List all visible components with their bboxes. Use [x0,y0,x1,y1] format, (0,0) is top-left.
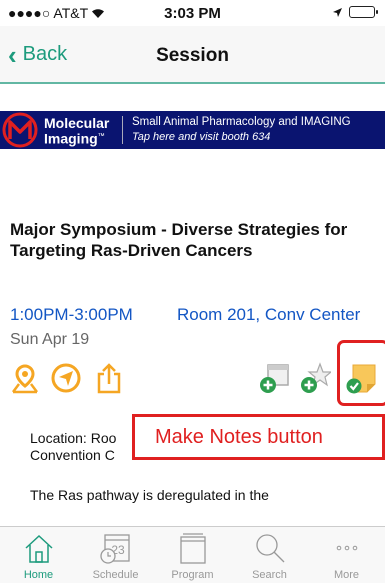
search-icon [256,534,285,563]
session-date: Sun Apr 19 [10,331,90,348]
battery-icon [349,6,378,18]
add-to-favorites-icon[interactable] [299,362,331,394]
banner-brand-line1: Molecular [44,115,110,131]
banner-divider [122,116,123,144]
tab-program-label: Program [171,569,214,581]
status-bar: ●●●●○ AT&T 3:03 PM [0,0,385,26]
tab-more[interactable]: More [308,527,385,583]
tab-more-label: More [333,569,360,581]
location-line1: Location: Roo [30,430,117,446]
banner-brand: Molecular Imaging™ [44,116,109,146]
add-to-schedule-icon[interactable] [258,362,290,394]
share-icon[interactable] [93,362,125,394]
banner-subline: Tap here and visit booth 634 [132,131,271,143]
calendar-clock-icon: 23 [100,534,130,564]
tab-home[interactable]: Home [0,527,77,583]
session-time: 1:00PM-3:00PM [10,305,133,324]
navigation-bar: ‹ Back Session [0,26,385,84]
session-description: The Ras pathway is deregulated in the [30,487,269,503]
sponsor-banner[interactable]: Molecular Imaging™ Small Animal Pharmaco… [0,111,385,149]
banner-brand-line2: Imaging [44,130,98,147]
more-dots-icon [336,545,358,551]
session-title: Major Symposium - Diverse Strategies for… [10,220,348,260]
banner-tagline: Small Animal Pharmacology and IMAGING [132,116,351,128]
tab-search[interactable]: Search [231,527,308,583]
trademark: ™ [97,133,105,140]
location-line2: Convention C [30,447,115,463]
make-notes-annotation: Make Notes button [132,414,385,460]
tab-bar: Home 23 Schedule Program Search More [0,526,385,583]
molecular-imaging-logo [2,112,38,148]
tab-home-label: Home [23,569,54,581]
navigate-icon[interactable] [50,362,82,394]
location-arrow-icon [333,7,342,17]
tab-schedule-label: Schedule [92,569,139,581]
tab-program[interactable]: Program [154,527,231,583]
tab-schedule[interactable]: 23 Schedule [77,527,154,583]
session-room-link[interactable]: Room 201, Conv Center [177,305,360,325]
program-book-icon [180,533,206,564]
page-title: Session [156,45,229,66]
session-location: Location: Roo Convention C [30,430,116,464]
status-time: 3:03 PM [164,5,221,22]
tab-search-label: Search [252,569,287,581]
map-pin-icon[interactable] [9,362,41,394]
home-icon [25,534,53,563]
make-notes-highlight [337,340,385,406]
